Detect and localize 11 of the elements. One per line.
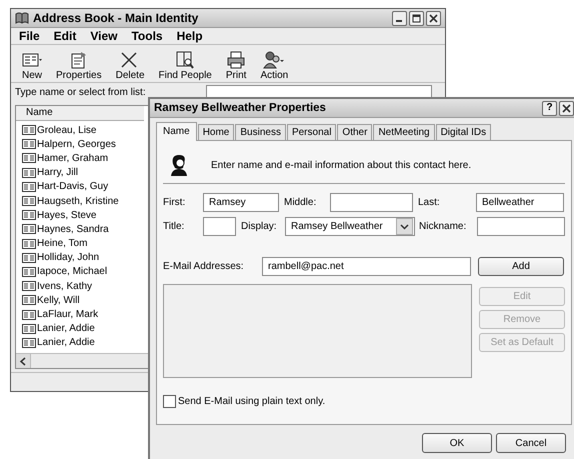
email-label: E-Mail Addresses:: [163, 261, 245, 272]
field-label: First:: [163, 197, 186, 208]
search-label: Type name or select from list:: [15, 86, 146, 98]
field-label: Nickname:: [419, 221, 468, 232]
intro-text: Enter name and e-mail information about this contact here.: [211, 160, 472, 170]
window-title: Address Book - Main Identity: [33, 11, 198, 25]
field-label: Middle:: [284, 197, 318, 208]
field-label: Title:: [163, 221, 186, 232]
field-label: Display:: [241, 221, 278, 232]
dialog-title: Ramsey Bellweather Properties: [154, 102, 326, 114]
field-label: Last:: [418, 197, 441, 208]
